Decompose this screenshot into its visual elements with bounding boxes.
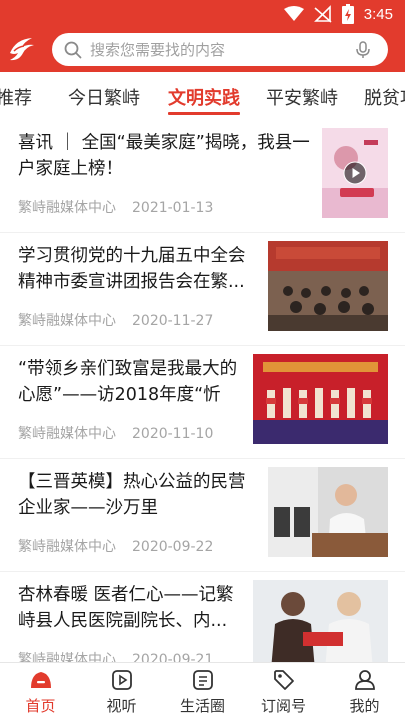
category-tabs: 推荐 今日繁峙 文明实践 平安繁峙 脱贫攻: [0, 72, 405, 120]
video-play-icon[interactable]: [343, 161, 367, 185]
article-source: 繁峙融媒体中心: [18, 200, 116, 216]
play-icon: [111, 670, 132, 690]
nav-subscription-label: 订阅号: [260, 697, 306, 715]
nav-subscription[interactable]: 订阅号: [243, 663, 324, 720]
article-meta: 繁峙融媒体中心 2021-01-13: [18, 197, 213, 217]
article-meta: 繁峙融媒体中心 2020-11-27: [18, 310, 213, 330]
article-source: 繁峙融媒体中心: [18, 313, 116, 329]
bottom-nav: 首页 视听 生活圈 订阅号 我的: [0, 662, 405, 720]
article-date: 2020-09-21: [132, 652, 214, 662]
article-title: 杏林春暖 医者仁心——记繁峙县人民医院副院长、内...: [18, 585, 234, 631]
tab-poverty-alleviation[interactable]: 脱贫攻: [364, 84, 405, 110]
article-title: “带领乡亲们致富是我最大的心愿”——访2018年度“忻州...: [18, 359, 238, 405]
search-icon: [64, 41, 82, 58]
article-list: 喜讯 ｜ 全国“最美家庭”揭晓，我县一户家庭上榜！ 繁峙融媒体中心 2021-01…: [0, 120, 405, 662]
nav-life-circle[interactable]: 生活圈: [162, 663, 243, 720]
nav-video[interactable]: 视听: [81, 663, 162, 720]
article-item[interactable]: 【三晋英模】热心公益的民营企业家——沙万里 繁峙融媒体中心 2020-09-22: [0, 459, 405, 572]
active-tab-indicator: [168, 112, 240, 115]
status-bar: 3:45: [0, 0, 405, 28]
article-thumbnail: [268, 241, 388, 331]
nav-profile-label: 我的: [349, 697, 380, 715]
nav-home-label: 首页: [25, 697, 56, 715]
tab-civilization-practice[interactable]: 文明实践: [168, 84, 240, 110]
wifi-icon: [283, 6, 304, 21]
article-thumbnail: [253, 354, 388, 444]
microphone-icon[interactable]: [354, 40, 372, 59]
app-logo-icon[interactable]: [6, 33, 38, 65]
user-icon: [354, 670, 375, 690]
tab-recommend[interactable]: 推荐: [0, 84, 32, 110]
article-item[interactable]: 杏林春暖 医者仁心——记繁峙县人民医院副院长、内... 繁峙融媒体中心 2020-…: [0, 572, 405, 662]
article-date: 2020-11-27: [132, 313, 214, 329]
article-date: 2021-01-13: [132, 200, 214, 216]
app-header: 3:45: [0, 0, 405, 72]
article-source: 繁峙融媒体中心: [18, 426, 116, 442]
article-date: 2020-09-22: [132, 539, 214, 555]
no-signal-icon: [313, 5, 332, 23]
article-item[interactable]: 学习贯彻党的十九届五中全会精神市委宣讲团报告会在繁... 繁峙融媒体中心 2020…: [0, 233, 405, 346]
article-thumbnail: [268, 467, 388, 557]
tag-icon: [273, 670, 294, 690]
search-bar[interactable]: [52, 33, 388, 66]
home-icon: [30, 672, 51, 688]
article-meta: 繁峙融媒体中心 2020-11-10: [18, 423, 213, 443]
article-title: 学习贯彻党的十九届五中全会精神市委宣讲团报告会在繁...: [18, 246, 246, 292]
article-title: 【三晋英模】热心公益的民营企业家——沙万里: [18, 472, 246, 518]
status-time: 3:45: [363, 5, 393, 23]
article-date: 2020-11-10: [132, 426, 214, 442]
article-thumbnail: [253, 580, 388, 662]
nav-video-label: 视听: [106, 697, 137, 715]
article-item[interactable]: 喜讯 ｜ 全国“最美家庭”揭晓，我县一户家庭上榜！ 繁峙融媒体中心 2021-01…: [0, 120, 405, 233]
nav-home[interactable]: 首页: [0, 663, 81, 720]
article-source: 繁峙融媒体中心: [18, 539, 116, 555]
battery-charging-icon: [341, 4, 354, 24]
list-icon: [192, 670, 213, 690]
article-title: 喜讯 ｜ 全国“最美家庭”揭晓，我县一户家庭上榜！: [18, 133, 310, 179]
article-meta: 繁峙融媒体中心 2020-09-22: [18, 536, 213, 556]
search-input[interactable]: [90, 40, 354, 59]
tab-today-fanshi[interactable]: 今日繁峙: [68, 84, 140, 110]
article-thumbnail: [322, 128, 388, 218]
nav-life-circle-label: 生活圈: [179, 697, 225, 715]
tab-safe-fanshi[interactable]: 平安繁峙: [266, 84, 338, 110]
article-source: 繁峙融媒体中心: [18, 652, 116, 662]
nav-profile[interactable]: 我的: [324, 663, 405, 720]
article-meta: 繁峙融媒体中心 2020-09-21: [18, 649, 213, 662]
article-item[interactable]: “带领乡亲们致富是我最大的心愿”——访2018年度“忻州... 繁峙融媒体中心 2…: [0, 346, 405, 459]
